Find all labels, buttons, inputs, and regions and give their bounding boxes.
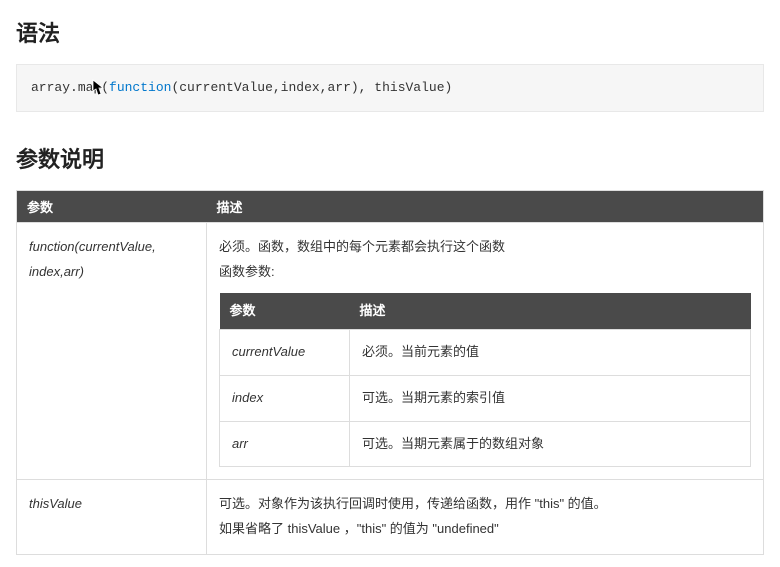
inner-param-desc: 可选。当期元素属于的数组对象 <box>350 421 751 467</box>
params-heading: 参数说明 <box>16 142 764 174</box>
code-open: ( <box>101 80 109 95</box>
syntax-codebox: array.map(function(currentValue,index,ar… <box>16 64 764 112</box>
inner-param-name: arr <box>220 421 350 467</box>
inner-col-param: 参数 <box>220 293 350 330</box>
param-desc: 必须。函数，数组中的每个元素都会执行这个函数 函数参数: 参数 描述 curre… <box>207 223 764 480</box>
inner-params-table: 参数 描述 currentValue 必须。当前元素的值 index 可选。当期… <box>219 293 751 468</box>
code-method: map <box>78 80 101 95</box>
desc-line: 如果省略了 thisValue ，"this" 的值为 "undefined" <box>219 517 751 542</box>
param-desc: 可选。对象作为该执行回调时使用，传递给函数，用作 "this" 的值。 如果省略… <box>207 480 764 554</box>
inner-param-desc: 可选。当期元素的索引值 <box>350 375 751 421</box>
syntax-heading: 语法 <box>16 16 764 48</box>
table-row: function(currentValue, index,arr) 必须。函数，… <box>17 223 764 480</box>
col-desc: 描述 <box>207 191 764 223</box>
params-table: 参数 描述 function(currentValue, index,arr) … <box>16 190 764 555</box>
code-rest: (currentValue,index,arr), thisValue) <box>171 80 452 95</box>
table-row: thisValue 可选。对象作为该执行回调时使用，传递给函数，用作 "this… <box>17 480 764 554</box>
param-name: function(currentValue, index,arr) <box>17 223 207 480</box>
inner-param-name: currentValue <box>220 330 350 376</box>
desc-line: 必须。函数，数组中的每个元素都会执行这个函数 <box>219 235 751 260</box>
code-keyword: function <box>109 80 171 95</box>
col-param: 参数 <box>17 191 207 223</box>
inner-param-desc: 必须。当前元素的值 <box>350 330 751 376</box>
table-row: arr 可选。当期元素属于的数组对象 <box>220 421 751 467</box>
table-row: currentValue 必须。当前元素的值 <box>220 330 751 376</box>
table-row: index 可选。当期元素的索引值 <box>220 375 751 421</box>
code-pre: array. <box>31 80 78 95</box>
inner-col-desc: 描述 <box>350 293 751 330</box>
param-name: thisValue <box>17 480 207 554</box>
desc-line: 函数参数: <box>219 260 751 285</box>
desc-line: 可选。对象作为该执行回调时使用，传递给函数，用作 "this" 的值。 <box>219 492 751 517</box>
inner-param-name: index <box>220 375 350 421</box>
